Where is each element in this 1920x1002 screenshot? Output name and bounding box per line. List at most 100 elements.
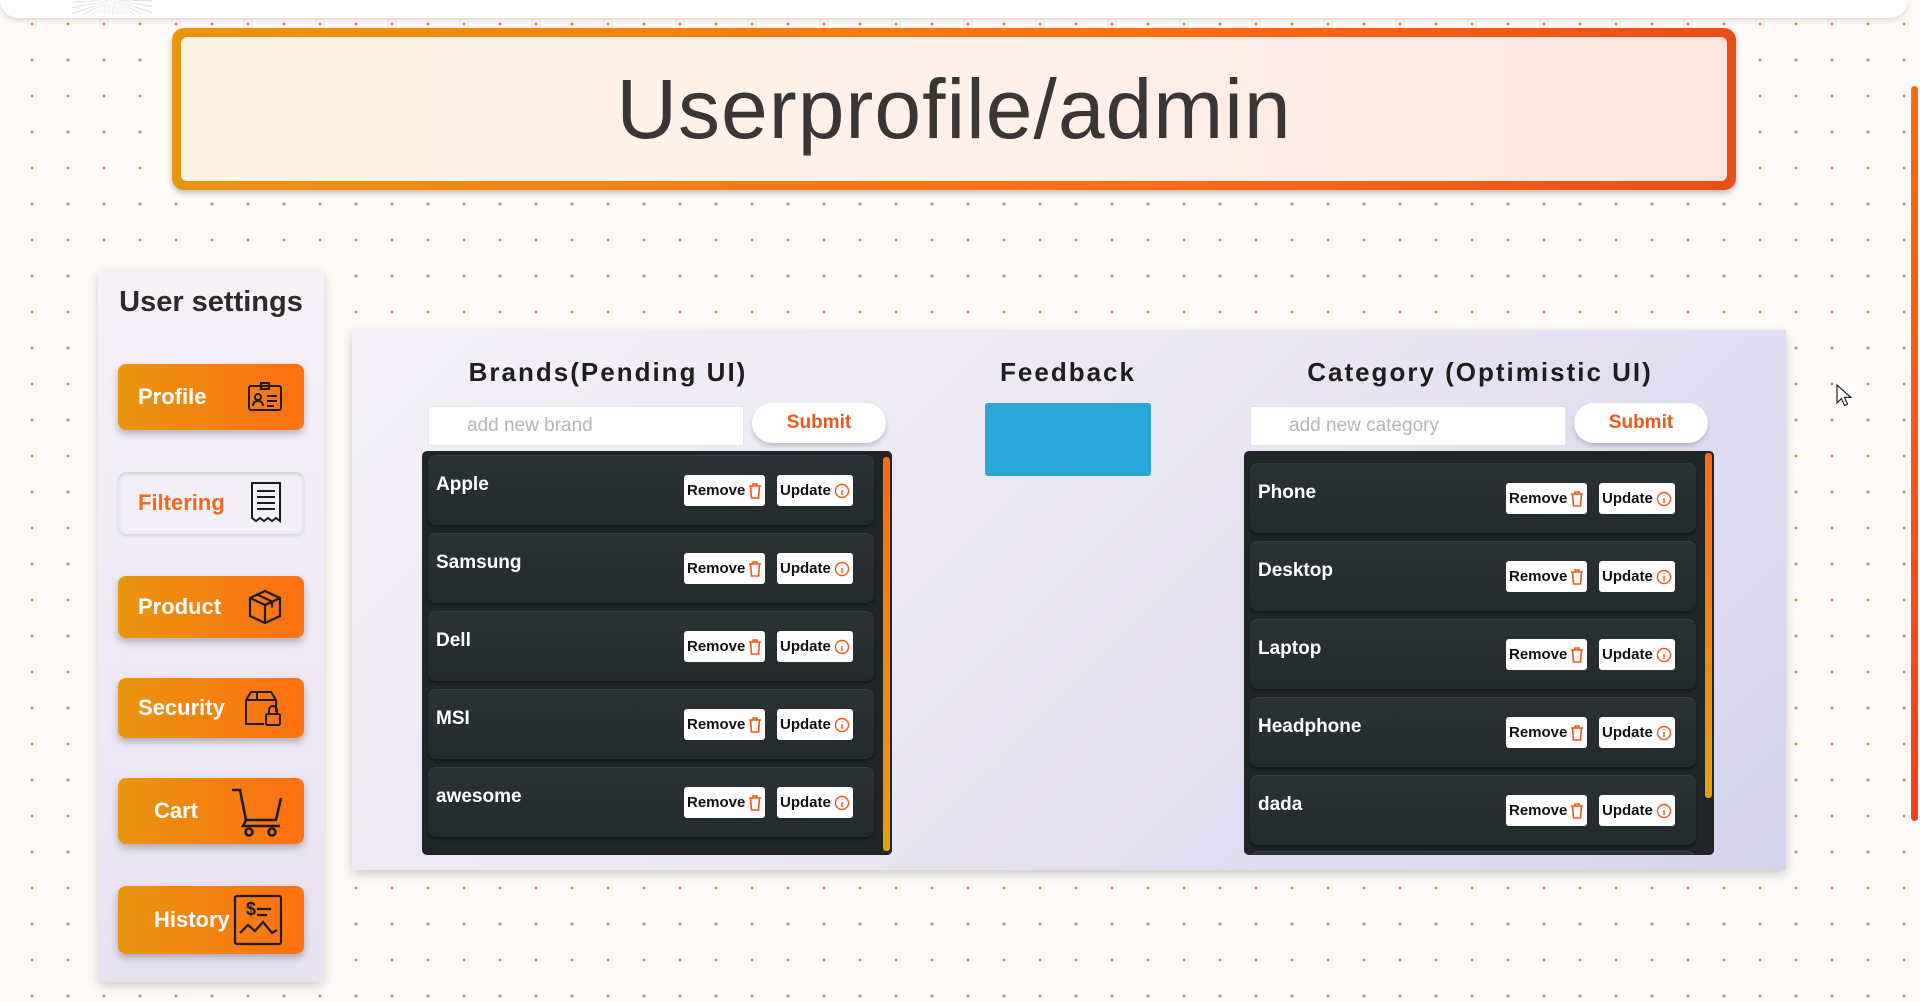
update-button[interactable]: Update bbox=[777, 475, 853, 506]
sidebar-item-security[interactable]: Security bbox=[118, 678, 304, 738]
list-item: Desktop Remove Update bbox=[1250, 541, 1696, 611]
category-name: Headphone bbox=[1258, 716, 1362, 737]
sidebar-item-label: Product bbox=[138, 594, 222, 619]
brand-input[interactable] bbox=[428, 406, 744, 446]
sidebar-item-label: Security bbox=[138, 695, 225, 720]
page-title-banner: Userprofile/admin bbox=[172, 28, 1736, 190]
category-input[interactable] bbox=[1250, 406, 1566, 446]
trash-icon bbox=[748, 794, 762, 811]
list-item: awesome Remove Update bbox=[428, 767, 874, 837]
update-button[interactable]: Update bbox=[777, 709, 853, 740]
trash-icon bbox=[1570, 724, 1584, 741]
page-title: Userprofile/admin bbox=[616, 61, 1292, 156]
cart-icon bbox=[230, 784, 284, 838]
category-list[interactable]: Phone Remove Update Desktop Remove Updat… bbox=[1244, 451, 1714, 855]
category-name: Desktop bbox=[1258, 560, 1333, 581]
update-button[interactable]: Update bbox=[777, 553, 853, 584]
remove-button[interactable]: Remove bbox=[684, 709, 766, 740]
feedback-title: Feedback bbox=[1000, 357, 1136, 387]
info-icon bbox=[834, 483, 850, 499]
sidebar-item-history[interactable]: History $ bbox=[118, 886, 304, 954]
brand-name: MSI bbox=[436, 708, 470, 729]
info-icon bbox=[1656, 725, 1672, 741]
svg-text:$: $ bbox=[246, 899, 256, 919]
brand-name: Apple bbox=[436, 474, 489, 495]
brands-list[interactable]: Apple Remove Update Samsung Remove Updat… bbox=[422, 451, 892, 855]
remove-button[interactable]: Remove bbox=[1506, 795, 1588, 826]
list-item: Apple Remove Update bbox=[428, 455, 874, 525]
receipt-icon bbox=[248, 480, 284, 526]
page-scrollbar[interactable] bbox=[1908, 0, 1920, 1002]
filtering-panel: Brands(Pending UI) Submit Apple Remove U… bbox=[352, 330, 1786, 870]
update-button[interactable]: Update bbox=[1599, 561, 1675, 592]
trash-icon bbox=[748, 560, 762, 577]
remove-button[interactable]: Remove bbox=[1506, 639, 1588, 670]
category-name: Laptop bbox=[1258, 638, 1322, 659]
brand-name: Dell bbox=[436, 630, 471, 651]
brand-name: Samsung bbox=[436, 552, 522, 573]
update-button[interactable]: Update bbox=[777, 787, 853, 818]
update-button[interactable]: Update bbox=[1599, 639, 1675, 670]
info-icon bbox=[834, 795, 850, 811]
remove-button[interactable]: Remove bbox=[684, 553, 766, 584]
category-list-scrollbar-thumb[interactable] bbox=[1705, 453, 1712, 798]
mouse-cursor-icon bbox=[1836, 384, 1852, 407]
info-icon bbox=[834, 561, 850, 577]
list-item-partial bbox=[1250, 851, 1696, 855]
update-button[interactable]: Update bbox=[1599, 717, 1675, 748]
sidebar-heading: User settings bbox=[119, 286, 303, 318]
trash-icon bbox=[1570, 646, 1584, 663]
top-navbar bbox=[0, 0, 1908, 18]
category-name: dada bbox=[1258, 794, 1303, 815]
trash-icon bbox=[748, 482, 762, 499]
brand-name: awesome bbox=[436, 786, 522, 807]
remove-button[interactable]: Remove bbox=[684, 787, 766, 818]
update-button[interactable]: Update bbox=[1599, 795, 1675, 826]
list-item: Phone Remove Update bbox=[1250, 463, 1696, 533]
sidebar-item-label: Filtering bbox=[138, 490, 225, 515]
sidebar-item-product[interactable]: Product bbox=[118, 576, 304, 638]
trash-icon bbox=[1570, 568, 1584, 585]
update-button[interactable]: Update bbox=[777, 631, 853, 662]
remove-button[interactable]: Remove bbox=[684, 475, 766, 506]
trash-icon bbox=[1570, 802, 1584, 819]
info-icon bbox=[834, 717, 850, 733]
remove-button[interactable]: Remove bbox=[1506, 483, 1588, 514]
list-item: MSI Remove Update bbox=[428, 689, 874, 759]
brands-list-scrollbar-thumb[interactable] bbox=[883, 457, 890, 851]
page-scrollbar-thumb[interactable] bbox=[1911, 86, 1918, 821]
trash-icon bbox=[748, 638, 762, 655]
info-icon bbox=[834, 639, 850, 655]
sidebar-item-label: History bbox=[154, 907, 230, 932]
list-item: Dell Remove Update bbox=[428, 611, 874, 681]
brands-list-scrollbar[interactable] bbox=[880, 451, 892, 855]
sidebar-item-label: Cart bbox=[154, 798, 199, 823]
category-submit-button[interactable]: Submit bbox=[1574, 403, 1708, 443]
sidebar-item-profile[interactable]: Profile bbox=[118, 364, 304, 430]
sidebar-item-label: Profile bbox=[138, 384, 207, 409]
trash-icon bbox=[748, 716, 762, 733]
remove-button[interactable]: Remove bbox=[1506, 717, 1588, 748]
update-button[interactable]: Update bbox=[1599, 483, 1675, 514]
category-title: Category (Optimistic UI) bbox=[1307, 357, 1653, 387]
logo-icon[interactable] bbox=[72, 0, 152, 14]
info-icon bbox=[1656, 491, 1672, 507]
brand-submit-button[interactable]: Submit bbox=[752, 403, 886, 443]
list-item: Laptop Remove Update bbox=[1250, 619, 1696, 689]
category-name: Phone bbox=[1258, 482, 1317, 503]
list-item: Headphone Remove Update bbox=[1250, 697, 1696, 767]
trash-icon bbox=[1570, 490, 1584, 507]
info-icon bbox=[1656, 803, 1672, 819]
info-icon bbox=[1656, 569, 1672, 585]
list-item: dada Remove Update bbox=[1250, 775, 1696, 845]
sidebar-item-cart[interactable]: Cart bbox=[118, 778, 304, 844]
sidebar-item-filtering[interactable]: Filtering bbox=[118, 472, 304, 534]
lock-box-icon bbox=[242, 688, 284, 728]
user-settings-sidebar: User settings Profile Filtering Product bbox=[98, 270, 324, 982]
id-card-icon bbox=[246, 380, 284, 414]
remove-button[interactable]: Remove bbox=[1506, 561, 1588, 592]
remove-button[interactable]: Remove bbox=[684, 631, 766, 662]
list-item: Samsung Remove Update bbox=[428, 533, 874, 603]
category-list-scrollbar[interactable] bbox=[1702, 451, 1714, 855]
money-history-icon: $ bbox=[232, 893, 284, 947]
